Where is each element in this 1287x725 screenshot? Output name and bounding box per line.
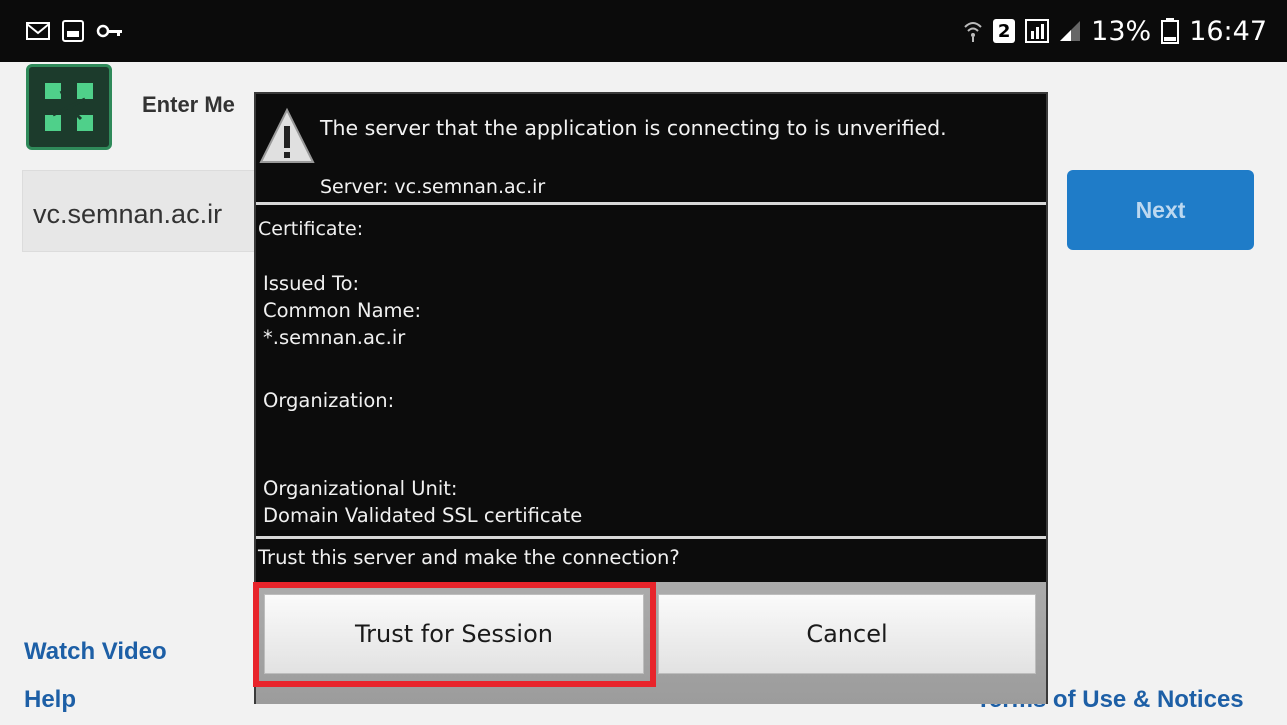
trust-question: Trust this server and make the connectio…: [258, 546, 680, 569]
cancel-button[interactable]: Cancel: [658, 594, 1036, 674]
org-unit-label: Organizational Unit:: [263, 477, 458, 500]
common-name-label: Common Name:: [263, 299, 422, 322]
issued-to-label: Issued To:: [263, 272, 360, 295]
mail-icon: [26, 21, 50, 41]
watch-video-link[interactable]: Watch Video: [24, 638, 167, 666]
common-name-value: *.semnan.ac.ir: [263, 326, 406, 349]
org-unit-value: Domain Validated SSL certificate: [263, 504, 583, 527]
clock: 16:47: [1189, 15, 1267, 47]
wifi-icon: [963, 19, 983, 43]
status-left-icons: [0, 20, 124, 42]
dialog-button-bar: Trust for Session Cancel: [256, 582, 1046, 704]
server-line: Server: vc.semnan.ac.ir: [320, 176, 546, 198]
certificate-label: Certificate:: [258, 218, 364, 240]
page-title: Enter Me: [142, 92, 235, 117]
help-link[interactable]: Help: [24, 686, 76, 714]
divider: [256, 536, 1046, 539]
status-right-icons: 2 13% 16:47: [963, 16, 1287, 47]
battery-percent: 13%: [1091, 15, 1152, 47]
trust-for-session-button[interactable]: Trust for Session: [264, 594, 644, 674]
battery-icon: [1161, 18, 1180, 44]
key-icon: [96, 23, 124, 39]
certificate-dialog: The server that the application is conne…: [254, 92, 1048, 704]
divider: [256, 202, 1046, 205]
sim-icon: 2: [993, 19, 1016, 43]
warning-icon: [259, 107, 315, 163]
status-bar: 2 13% 16:47: [0, 0, 1287, 62]
signal-icon: [1059, 20, 1081, 42]
image-icon: [62, 20, 84, 42]
organization-label: Organization:: [263, 389, 395, 412]
next-button[interactable]: Next: [1067, 170, 1254, 250]
app-logo: [26, 64, 112, 150]
data-icon: [1025, 19, 1050, 43]
dialog-message: The server that the application is conne…: [320, 116, 947, 140]
dialog-header: The server that the application is conne…: [256, 94, 1046, 202]
connect-logo-icon: [45, 83, 93, 131]
